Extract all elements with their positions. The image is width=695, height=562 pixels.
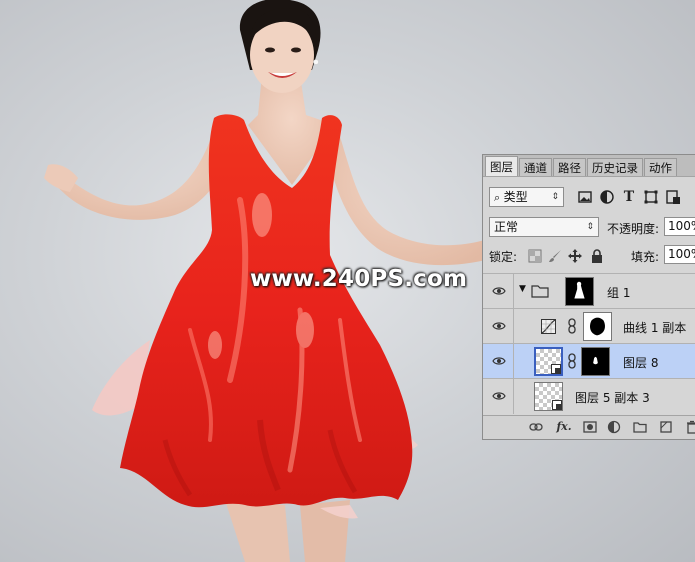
- shape-filter-icon[interactable]: [643, 189, 659, 205]
- layer-thumbnail[interactable]: [534, 382, 563, 411]
- layer-mask-thumbnail[interactable]: [581, 347, 610, 376]
- blend-row: 正常 ⇕ 不透明度: 100%: [483, 217, 695, 239]
- smart-object-badge-icon: [552, 400, 562, 410]
- chain-link-icon[interactable]: [567, 318, 577, 334]
- layer-name: 组 1: [607, 286, 631, 300]
- right-arm: [326, 130, 486, 266]
- eye-icon[interactable]: [492, 355, 506, 367]
- layers-bottom-toolbar: fx.: [483, 415, 695, 439]
- filter-kind-label: 类型: [503, 190, 528, 204]
- layer-row-group-1[interactable]: ▼ 组 1: [483, 273, 695, 309]
- search-icon: ⌕: [494, 191, 504, 204]
- watermark-text: www.240PS.com: [250, 266, 468, 292]
- smart-object-badge-icon: [551, 364, 561, 374]
- lock-row: 锁定: 填充: 100%: [483, 245, 695, 267]
- chevron-updown-icon: ⇕: [551, 192, 559, 202]
- expand-triangle-icon[interactable]: ▼: [519, 284, 526, 294]
- layer-row-curves-1-copy[interactable]: 曲线 1 副本: [483, 308, 695, 344]
- opacity-input[interactable]: 100%: [664, 217, 695, 236]
- layer-mask-thumbnail[interactable]: [583, 312, 612, 341]
- add-mask-icon[interactable]: [583, 420, 597, 434]
- eye-icon[interactable]: [492, 390, 506, 402]
- layer-name: 曲线 1 副本: [623, 321, 687, 335]
- opacity-label: 不透明度:: [607, 222, 660, 236]
- chain-link-icon[interactable]: [567, 353, 577, 369]
- eye-icon[interactable]: [492, 285, 506, 297]
- fill-label: 填充:: [631, 250, 660, 264]
- link-layers-icon[interactable]: [529, 420, 543, 434]
- layer-row-layer-5-copy-3[interactable]: 图层 5 副本 3: [483, 378, 695, 414]
- fx-icon[interactable]: fx.: [555, 420, 573, 434]
- lock-move-icon[interactable]: [567, 248, 583, 264]
- blend-mode-select[interactable]: 正常 ⇕: [489, 217, 599, 237]
- tab-channels[interactable]: 通道: [519, 158, 552, 176]
- type-filter-icon[interactable]: T: [621, 189, 637, 205]
- tab-paths[interactable]: 路径: [553, 158, 586, 176]
- layer-name: 图层 5 副本 3: [575, 391, 650, 405]
- lock-label: 锁定:: [489, 250, 518, 264]
- chevron-updown-icon: ⇕: [586, 222, 594, 232]
- layer-thumbnail[interactable]: [534, 347, 563, 376]
- left-arm: [50, 130, 230, 220]
- lock-all-icon[interactable]: [589, 248, 605, 264]
- adjustment-filter-icon[interactable]: [599, 189, 615, 205]
- tab-layers[interactable]: 图层: [485, 156, 518, 176]
- filter-kind-select[interactable]: ⌕ 类型 ⇕: [489, 187, 564, 207]
- image-filter-icon[interactable]: [577, 189, 593, 205]
- new-group-icon[interactable]: [633, 420, 647, 434]
- tab-history[interactable]: 历史记录: [587, 158, 643, 176]
- smart-object-filter-icon[interactable]: [665, 189, 681, 205]
- layer-name: 图层 8: [623, 356, 659, 370]
- layer-mask-thumbnail[interactable]: [565, 277, 594, 306]
- lock-transparent-icon[interactable]: [527, 248, 543, 264]
- blend-mode-value: 正常: [494, 220, 519, 234]
- new-adjustment-icon[interactable]: [607, 420, 621, 434]
- trash-icon[interactable]: [685, 420, 695, 434]
- lock-brush-icon[interactable]: [547, 248, 563, 264]
- layers-panel: 图层 通道 路径 历史记录 动作 ⌕ 类型 ⇕ T 正常 ⇕ 不透明度: 100…: [482, 154, 695, 440]
- layer-row-layer-8[interactable]: 图层 8: [483, 343, 695, 379]
- curves-adjustment-icon: [541, 319, 556, 334]
- tab-actions[interactable]: 动作: [644, 158, 677, 176]
- eye-icon[interactable]: [492, 320, 506, 332]
- new-layer-icon[interactable]: [659, 420, 673, 434]
- panel-tab-bar: 图层 通道 路径 历史记录 动作: [483, 155, 695, 177]
- fill-input[interactable]: 100%: [664, 245, 695, 264]
- filter-row: ⌕ 类型 ⇕ T: [483, 187, 695, 211]
- folder-icon: [531, 285, 549, 298]
